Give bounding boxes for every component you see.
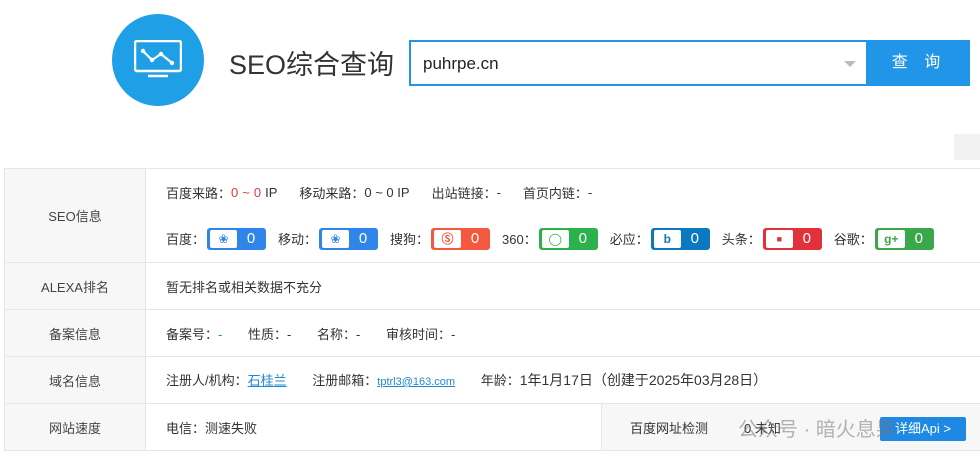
watermark-text: 公众号 · 暗火息果 bbox=[738, 419, 896, 441]
domain-label: 域名信息 bbox=[4, 356, 146, 404]
speed-label: 网站速度 bbox=[4, 403, 146, 451]
alexa-text: 暂无排名或相关数据不充分 bbox=[145, 262, 980, 310]
mobile-source-label: 移动来路： bbox=[299, 186, 365, 201]
beian-nature-label: 性质： bbox=[247, 326, 287, 342]
engine-label: 搜狗： bbox=[390, 232, 430, 247]
age-label: 年龄： bbox=[480, 373, 520, 388]
mobile-source-value: 0 ~ 0 IP bbox=[364, 185, 410, 200]
engine-label: 头条： bbox=[721, 232, 761, 247]
created-date: （创建于2025年03月28日） bbox=[592, 372, 768, 388]
alexa-row: ALEXA排名 暂无排名或相关数据不充分 bbox=[4, 262, 980, 310]
outlinks-label: 出站链接： bbox=[431, 186, 497, 201]
toutiao-icon: ■ bbox=[765, 229, 793, 248]
search-input[interactable] bbox=[423, 52, 823, 76]
beian-no-value[interactable]: - bbox=[218, 327, 222, 342]
gplus-icon: g+ bbox=[877, 229, 905, 248]
weight-badge[interactable]: Ⓢ 0 bbox=[431, 227, 491, 250]
seo-info-table: SEO信息 百度来路： 0 ~ 0 IP 移动来路： 0 ~ 0 IP 出站链接… bbox=[4, 168, 980, 451]
360-icon: ◯ bbox=[541, 229, 569, 248]
seo-sources-line: 百度来路： 0 ~ 0 IP 移动来路： 0 ~ 0 IP 出站链接： - 首页… bbox=[166, 170, 980, 216]
weight-value: 0 bbox=[470, 230, 480, 247]
paw-icon: ❀ bbox=[210, 229, 238, 248]
baidu-source-a: 0 bbox=[231, 185, 239, 200]
sogou-icon: Ⓢ bbox=[434, 229, 462, 248]
registrant-link[interactable]: 石桂兰 bbox=[248, 373, 287, 388]
weight-badge[interactable]: ■ 0 bbox=[762, 227, 822, 250]
seo-row: SEO信息 百度来路： 0 ~ 0 IP 移动来路： 0 ~ 0 IP 出站链接… bbox=[4, 168, 980, 263]
weight-badge[interactable]: ❀ 0 bbox=[319, 227, 379, 250]
layers-icon[interactable] bbox=[954, 134, 980, 160]
engine-label: 360： bbox=[502, 232, 537, 247]
outlinks-value[interactable]: - bbox=[497, 185, 501, 200]
weight-badge[interactable]: ❀ 0 bbox=[207, 227, 267, 250]
email-link[interactable]: tptrl3@163.com bbox=[377, 376, 455, 388]
email-label: 注册邮箱： bbox=[312, 373, 378, 388]
search-button[interactable]: 查 询 bbox=[868, 40, 970, 86]
beian-label: 备案信息 bbox=[4, 309, 146, 357]
paw-icon: ❀ bbox=[322, 229, 350, 248]
search-bar: 查 询 bbox=[409, 40, 970, 86]
weight-value: 0 bbox=[246, 230, 256, 247]
baidu-source-b: 0 bbox=[253, 185, 262, 200]
homelinks-value[interactable]: - bbox=[588, 185, 592, 200]
beian-time-value: - bbox=[450, 326, 456, 342]
bing-icon: b bbox=[653, 229, 681, 248]
page-title: SEO综合查询 bbox=[229, 50, 395, 80]
header: SEO综合查询 查 询 bbox=[0, 0, 980, 168]
beian-no-label: 备案号： bbox=[166, 326, 219, 342]
engine-label: 必应： bbox=[609, 232, 649, 247]
engine-label: 移动： bbox=[278, 232, 318, 247]
weight-value: 0 bbox=[802, 230, 811, 247]
baidu-source-tilde: ~ bbox=[242, 185, 250, 200]
baidu-source-ip: IP bbox=[265, 185, 278, 200]
engine-google: 谷歌： g+ 0 bbox=[833, 227, 934, 250]
search-box bbox=[409, 40, 868, 86]
seo-logo-icon bbox=[112, 14, 204, 106]
engine-weights-line: 百度： ❀ 0 移动： ❀ 0 搜狗： Ⓢ 0 360： ◯ 0 必应： b 0… bbox=[166, 216, 980, 262]
weight-value: 0 bbox=[358, 230, 368, 247]
seo-label: SEO信息 bbox=[4, 168, 146, 263]
dropdown-caret-icon[interactable] bbox=[844, 61, 856, 67]
homelinks-label: 首页内链： bbox=[522, 186, 588, 201]
engine-bing: 必应： b 0 bbox=[609, 227, 710, 250]
baidu-source-label: 百度来路： bbox=[166, 186, 232, 201]
engine-baidu: 百度： ❀ 0 bbox=[166, 227, 267, 250]
beian-time-label: 审核时间： bbox=[385, 326, 451, 342]
weight-badge[interactable]: b 0 bbox=[650, 227, 710, 250]
age-value: 1年1月17日 bbox=[519, 372, 593, 388]
engine-toutiao: 头条： ■ 0 bbox=[721, 227, 822, 250]
weight-value: 0 bbox=[914, 230, 923, 247]
engine-label: 百度： bbox=[166, 232, 206, 247]
beian-name-label: 名称： bbox=[316, 326, 356, 342]
baidu-check-label: 百度网址检测 bbox=[630, 420, 709, 436]
beian-name-value: - bbox=[355, 326, 361, 342]
weight-value: 0 bbox=[578, 230, 587, 247]
weight-badge[interactable]: ◯ 0 bbox=[538, 227, 598, 250]
registrant-label: 注册人/机构： bbox=[166, 373, 248, 388]
engine-mobile: 移动： ❀ 0 bbox=[278, 227, 379, 250]
alexa-label: ALEXA排名 bbox=[4, 262, 146, 310]
engine-label: 谷歌： bbox=[833, 232, 873, 247]
beian-nature-value: - bbox=[287, 326, 292, 342]
beian-row: 备案信息 备案号：- 性质：- 名称：- 审核时间：- bbox=[4, 309, 980, 357]
weight-value: 0 bbox=[690, 230, 699, 247]
engine-sogou: 搜狗： Ⓢ 0 bbox=[390, 227, 491, 250]
domain-row: 域名信息 注册人/机构：石桂兰 注册邮箱：tptrl3@163.com 年龄：1… bbox=[4, 356, 980, 404]
weight-badge[interactable]: g+ 0 bbox=[874, 227, 934, 250]
engine-360: 360： ◯ 0 bbox=[502, 227, 598, 250]
